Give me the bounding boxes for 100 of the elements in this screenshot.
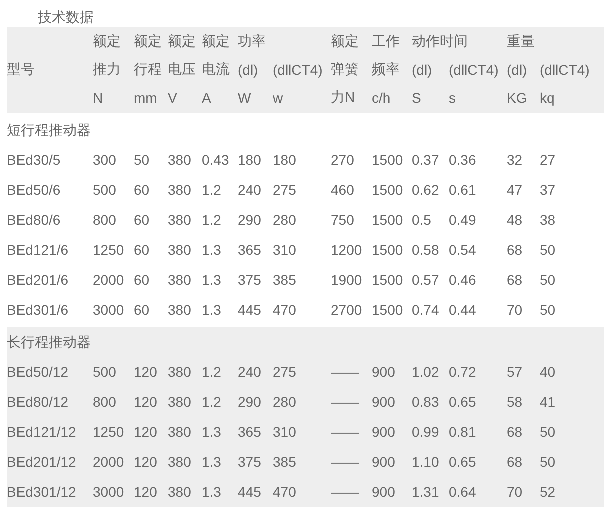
table-cell: 0.65 bbox=[449, 394, 476, 410]
table-cell: 0.57 bbox=[412, 272, 440, 288]
table-cell: BEd121/12 bbox=[7, 424, 76, 440]
table-cell: 275 bbox=[273, 182, 296, 198]
table-cell: 0.61 bbox=[449, 182, 476, 198]
table-cell: 0.62 bbox=[412, 182, 440, 198]
table-cell: 290 bbox=[238, 212, 262, 228]
column-header: 额定 bbox=[331, 33, 359, 51]
table-cell: 58 bbox=[507, 394, 523, 410]
table-cell: 1.31 bbox=[412, 484, 440, 500]
table-cell: —— bbox=[331, 424, 359, 440]
table-cell: 0.46 bbox=[449, 272, 476, 288]
table-cell: —— bbox=[331, 364, 359, 380]
table-cell: 1.3 bbox=[202, 454, 222, 470]
table-cell: 385 bbox=[273, 272, 296, 288]
table-cell: 365 bbox=[238, 424, 262, 440]
column-header: KG bbox=[507, 90, 528, 106]
column-header: 弹簧 bbox=[331, 61, 359, 79]
table-cell: BEd301/12 bbox=[7, 484, 76, 500]
table-cell: 50 bbox=[540, 302, 556, 318]
table-cell: 2000 bbox=[93, 272, 124, 288]
table-cell: 60 bbox=[134, 242, 150, 258]
table-cell: 445 bbox=[238, 302, 262, 318]
table-cell: 50 bbox=[540, 242, 556, 258]
table-cell: 50 bbox=[540, 272, 556, 288]
table-cell: 240 bbox=[238, 364, 262, 380]
column-header: 功率 bbox=[238, 33, 266, 51]
column-header: 电压 bbox=[168, 61, 196, 79]
table-cell: 380 bbox=[168, 394, 192, 410]
table-cell: BEd80/6 bbox=[7, 212, 61, 228]
table-cell: 0.74 bbox=[412, 302, 440, 318]
table-cell: 50 bbox=[540, 424, 556, 440]
table-cell: 0.37 bbox=[412, 152, 440, 168]
table-cell: 380 bbox=[168, 484, 192, 500]
table-cell: 470 bbox=[273, 484, 296, 500]
table-cell: 68 bbox=[507, 272, 523, 288]
column-header: 推力 bbox=[93, 61, 121, 79]
table-cell: 900 bbox=[372, 484, 396, 500]
table-cell: —— bbox=[331, 394, 359, 410]
table-cell: 37 bbox=[540, 182, 556, 198]
column-header: (dl) bbox=[238, 62, 258, 78]
table-cell: 52 bbox=[540, 484, 556, 500]
column-header: mm bbox=[134, 90, 158, 106]
table-cell: 0.5 bbox=[412, 212, 432, 228]
table-cell: 48 bbox=[507, 212, 523, 228]
table-cell: 1.2 bbox=[202, 212, 222, 228]
table-cell: 380 bbox=[168, 242, 192, 258]
table-cell: 900 bbox=[372, 424, 396, 440]
table-cell: 32 bbox=[507, 152, 523, 168]
table-cell: 70 bbox=[507, 302, 523, 318]
table-cell: 380 bbox=[168, 182, 192, 198]
column-header: S bbox=[412, 90, 422, 106]
table-cell: 1500 bbox=[372, 302, 404, 318]
table-cell: 270 bbox=[331, 152, 354, 168]
table-cell: 900 bbox=[372, 454, 396, 470]
table-cell: 1500 bbox=[372, 242, 404, 258]
table-cell: 375 bbox=[238, 454, 262, 470]
table-cell: 180 bbox=[238, 152, 262, 168]
column-header: (dllCT4) bbox=[449, 62, 499, 78]
table-cell: 1.10 bbox=[412, 454, 440, 470]
column-header: c/h bbox=[372, 90, 391, 106]
column-header: A bbox=[202, 90, 212, 106]
table-cell: —— bbox=[331, 484, 359, 500]
column-header: kq bbox=[540, 90, 555, 106]
column-header: W bbox=[238, 90, 252, 106]
table-cell: 750 bbox=[331, 212, 354, 228]
table-cell: 38 bbox=[540, 212, 556, 228]
table-cell: 1.2 bbox=[202, 182, 222, 198]
column-header: 重量 bbox=[507, 33, 535, 51]
table-cell: 0.99 bbox=[412, 424, 440, 440]
table-cell: 380 bbox=[168, 302, 192, 318]
table-cell: 120 bbox=[134, 394, 158, 410]
table-cell: 1500 bbox=[372, 182, 404, 198]
table-cell: 41 bbox=[540, 394, 556, 410]
table-cell: 3000 bbox=[93, 484, 124, 500]
table-cell: 120 bbox=[134, 364, 158, 380]
table-cell: 380 bbox=[168, 454, 192, 470]
column-header: 额定 bbox=[134, 33, 162, 51]
table-cell: 1250 bbox=[93, 242, 124, 258]
table-cell: 445 bbox=[238, 484, 262, 500]
table-cell: 27 bbox=[540, 152, 556, 168]
table-cell: 60 bbox=[134, 272, 150, 288]
table-cell: 0.54 bbox=[449, 242, 476, 258]
table-cell: 47 bbox=[507, 182, 523, 198]
table-cell: 180 bbox=[273, 152, 296, 168]
column-header: N bbox=[93, 90, 104, 106]
column-header: 额定 bbox=[202, 33, 230, 51]
table-cell: BEd80/12 bbox=[7, 394, 68, 410]
column-header: 额定 bbox=[168, 33, 196, 51]
table-cell: 280 bbox=[273, 394, 296, 410]
table-cell: 2700 bbox=[331, 302, 362, 318]
table-cell: 380 bbox=[168, 212, 192, 228]
table-cell: 900 bbox=[372, 364, 396, 380]
column-header: V bbox=[168, 90, 178, 106]
page-title: 技术数据 bbox=[37, 8, 95, 27]
table-cell: 57 bbox=[507, 364, 523, 380]
table-cell: 275 bbox=[273, 364, 296, 380]
column-header: w bbox=[273, 90, 284, 106]
table-cell: 380 bbox=[168, 152, 192, 168]
section-title: 短行程推动器 bbox=[7, 121, 92, 140]
